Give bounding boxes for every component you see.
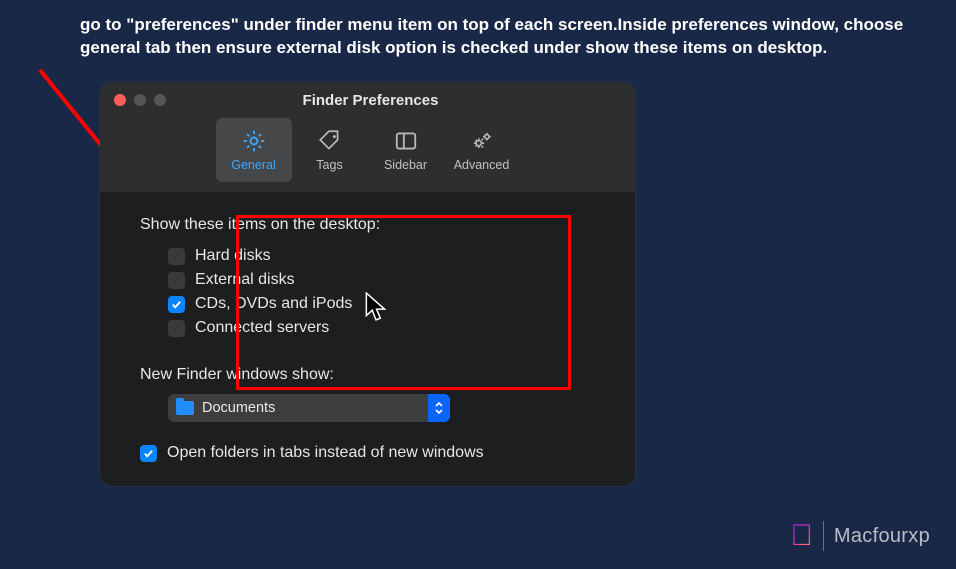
sidebar-icon (393, 128, 419, 154)
checkbox[interactable] (168, 248, 185, 265)
instruction-text: go to "preferences" under finder menu it… (80, 14, 936, 60)
finder-preferences-window: Finder Preferences General Tags (100, 82, 635, 486)
chevron-updown-icon (428, 394, 450, 422)
tab-label: Sidebar (384, 158, 427, 172)
checkbox[interactable] (168, 320, 185, 337)
checkbox[interactable] (140, 445, 157, 462)
gear-icon (241, 128, 267, 154)
checkbox-row-cds-dvds-ipods[interactable]: CDs, DVDs and iPods (140, 292, 595, 316)
folder-icon (176, 401, 194, 415)
preferences-toolbar: General Tags Sidebar (100, 114, 635, 192)
tab-sidebar[interactable]: Sidebar (368, 118, 444, 182)
tab-tags[interactable]: Tags (292, 118, 368, 182)
checkbox-label: Hard disks (195, 247, 271, 265)
checkbox-row-open-in-tabs[interactable]: Open folders in tabs instead of new wind… (140, 444, 595, 462)
tab-general[interactable]: General (216, 118, 292, 182)
checkbox-row-connected-servers[interactable]: Connected servers (140, 316, 595, 340)
checkbox[interactable] (168, 296, 185, 313)
checkbox[interactable] (168, 272, 185, 289)
tab-label: Advanced (454, 158, 510, 172)
tag-icon (317, 128, 343, 154)
titlebar: Finder Preferences General Tags (100, 82, 635, 192)
desktop-items-heading: Show these items on the desktop: (140, 216, 595, 234)
tab-label: General (231, 158, 275, 172)
tab-label: Tags (316, 158, 342, 172)
select-value: Documents (202, 400, 275, 416)
checkbox-label: External disks (195, 271, 295, 289)
checkbox-label: Connected servers (195, 319, 329, 337)
new-windows-select[interactable]: Documents (168, 394, 450, 422)
new-windows-heading: New Finder windows show: (140, 366, 595, 384)
window-title: Finder Preferences (120, 92, 621, 109)
checkbox-label: CDs, DVDs and iPods (195, 295, 352, 313)
tab-advanced[interactable]: Advanced (444, 118, 520, 182)
branding-text: Macfourxp (834, 525, 930, 548)
apple-icon:  (790, 519, 813, 553)
branding-logo:  Macfourxp (790, 519, 930, 553)
checkbox-row-external-disks[interactable]: External disks (140, 268, 595, 292)
divider (823, 521, 824, 551)
gears-icon (469, 128, 495, 154)
checkbox-row-hard-disks[interactable]: Hard disks (140, 244, 595, 268)
checkbox-label: Open folders in tabs instead of new wind… (167, 444, 484, 462)
